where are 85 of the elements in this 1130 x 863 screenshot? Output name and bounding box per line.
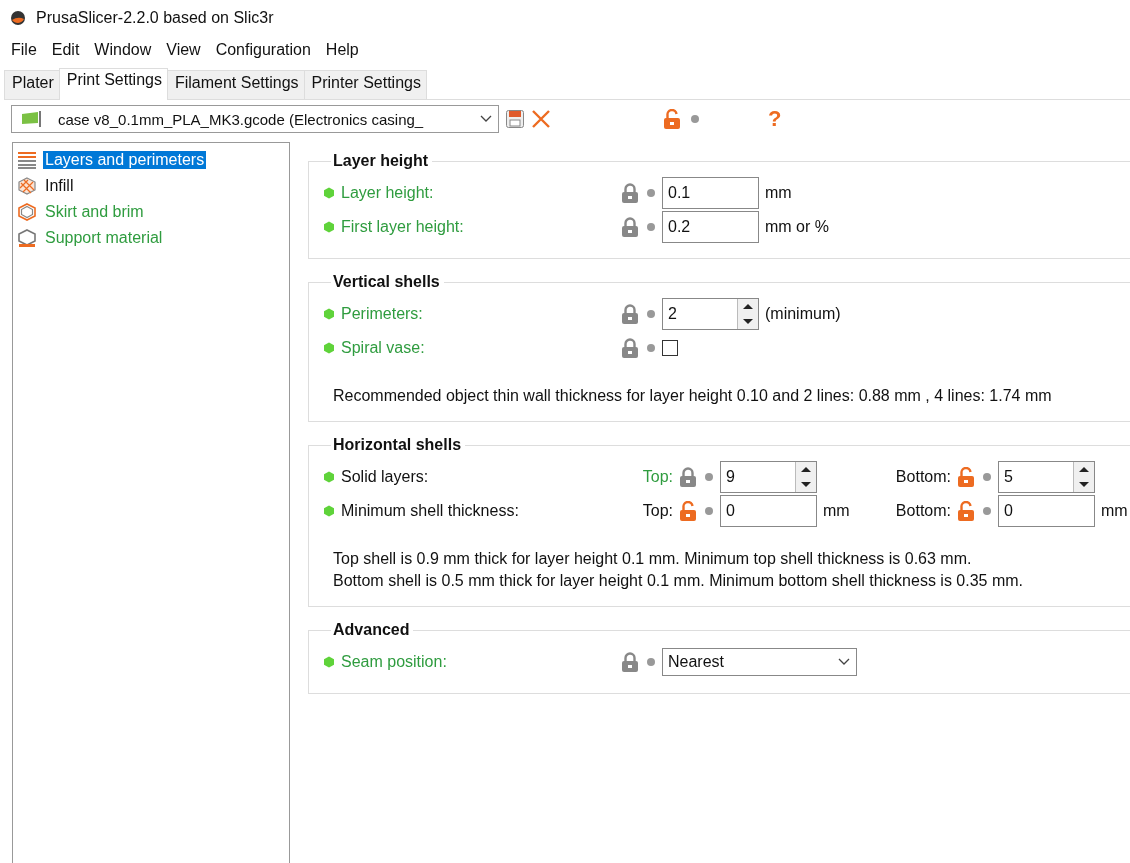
locked-padlock-icon[interactable] — [679, 467, 697, 487]
menu-item[interactable]: File — [11, 41, 37, 59]
input-field[interactable]: 0 — [720, 495, 817, 527]
hexagon-icon — [323, 221, 335, 233]
unit-label: mm — [1101, 502, 1128, 520]
layers-icon — [17, 151, 37, 169]
setting-label: Seam position: — [341, 653, 447, 671]
locked-padlock-icon[interactable] — [621, 217, 639, 237]
info-text: Bottom shell is 0.5 mm thick for layer height 0.1 mm. Minimum bottom shell thickness is 0.35 mm. — [333, 571, 1024, 591]
status-dot — [691, 115, 699, 123]
support-icon — [17, 229, 37, 247]
tab[interactable]: Printer Settings — [303, 70, 427, 99]
group-title: Layer height — [332, 152, 430, 170]
menu-item[interactable]: Edit — [51, 41, 80, 59]
info-text: Top shell is 0.9 mm thick for layer height 0.1 mm. Minimum top shell thickness is 0.63 mm. — [333, 549, 973, 569]
number-spinner[interactable]: 5 — [998, 461, 1095, 493]
menu-item[interactable]: Window — [94, 41, 152, 59]
menu-item[interactable]: Help — [325, 41, 359, 59]
setting-sublabel: Bottom: — [894, 468, 951, 486]
hexagon-icon — [323, 656, 335, 668]
unlocked-padlock-icon[interactable] — [663, 109, 681, 129]
status-dot — [983, 473, 991, 481]
status-dot — [647, 310, 655, 318]
setting-label: Perimeters: — [341, 305, 423, 323]
input-field[interactable]: 0.1 — [662, 177, 759, 209]
caret-icon — [480, 115, 492, 123]
locked-padlock-icon[interactable] — [621, 183, 639, 203]
status-dot — [647, 223, 655, 231]
hexagon-icon — [323, 505, 335, 517]
hexagon-icon — [323, 342, 335, 354]
status-dot — [647, 658, 655, 666]
preset-dropdown[interactable]: case v8_0.1mm_PLA_MK3.gcode (Electronics casing_ — [11, 105, 499, 133]
page-list-item[interactable]: Infill — [43, 177, 76, 195]
save-icon[interactable] — [505, 109, 525, 129]
page-list-item[interactable]: Skirt and brim — [43, 203, 146, 221]
tab[interactable]: Plater — [4, 70, 60, 99]
group-title: Vertical shells — [332, 273, 441, 291]
app-logo-icon — [10, 10, 26, 26]
unit-label: mm or % — [765, 218, 829, 236]
setting-label: Spiral vase: — [341, 339, 425, 357]
menu-item[interactable]: View — [166, 41, 201, 59]
locked-padlock-icon[interactable] — [621, 304, 639, 324]
delete-icon[interactable] — [531, 109, 551, 129]
setting-label: Layer height: — [341, 184, 434, 202]
dropdown[interactable]: Nearest — [662, 648, 857, 676]
unlocked-padlock-icon[interactable] — [679, 501, 697, 521]
tab[interactable]: Print Settings — [58, 68, 168, 100]
unit-label: (minimum) — [765, 305, 841, 323]
input-field[interactable]: 0.2 — [662, 211, 759, 243]
setting-sublabel: Bottom: — [894, 502, 951, 520]
status-dot — [983, 507, 991, 515]
tab[interactable]: Filament Settings — [166, 70, 305, 99]
number-spinner[interactable]: 2 — [662, 298, 759, 330]
setting-sublabel: Top: — [641, 468, 673, 486]
setting-label: First layer height: — [341, 218, 464, 236]
window-title: PrusaSlicer-2.2.0 based on Slic3r — [36, 9, 274, 27]
unlocked-padlock-icon[interactable] — [957, 501, 975, 521]
hexagon-icon — [17, 203, 37, 221]
hexagon-icon — [323, 471, 335, 483]
setting-label: Solid layers: — [341, 468, 429, 486]
input-field[interactable]: 0 — [998, 495, 1095, 527]
locked-padlock-icon[interactable] — [621, 652, 639, 672]
unit-label: mm — [823, 502, 850, 520]
status-dot — [705, 507, 713, 515]
status-dot — [647, 189, 655, 197]
setting-label: Minimum shell thickness: — [341, 502, 519, 520]
group-title: Advanced — [332, 621, 411, 639]
hexagon-icon — [323, 187, 335, 199]
checkbox[interactable] — [662, 340, 678, 356]
menu-item[interactable]: Configuration — [215, 41, 311, 59]
page-list-item[interactable]: Support material — [43, 229, 165, 247]
status-dot — [705, 473, 713, 481]
caret-icon — [838, 658, 850, 666]
hexagon-icon — [323, 308, 335, 320]
setting-sublabel: Top: — [641, 502, 673, 520]
unit-label: mm — [765, 184, 792, 202]
status-dot — [647, 344, 655, 352]
page-list-item[interactable]: Layers and perimeters — [43, 151, 207, 169]
flag-icon — [20, 111, 44, 127]
infill-icon — [17, 177, 37, 195]
group-title: Horizontal shells — [332, 436, 463, 454]
info-text: Recommended object thin wall thickness for layer height 0.10 and 2 lines: 0.88 mm , 4 lines: 1.74 mm — [333, 386, 1053, 406]
unlocked-padlock-icon[interactable] — [957, 467, 975, 487]
number-spinner[interactable]: 9 — [720, 461, 817, 493]
locked-padlock-icon[interactable] — [621, 338, 639, 358]
